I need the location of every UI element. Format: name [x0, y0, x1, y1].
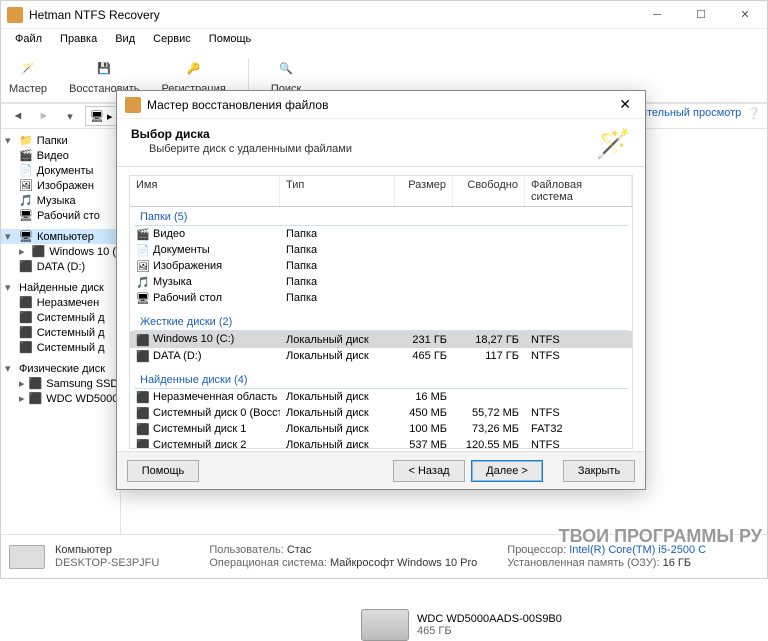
- tree-item[interactable]: 🎵 Музыка: [1, 193, 120, 208]
- nav-back[interactable]: ◄: [7, 105, 29, 127]
- tree-item[interactable]: ⬛ DATA (D:): [1, 259, 120, 274]
- col-name[interactable]: Имя: [130, 176, 280, 206]
- menu-service[interactable]: Сервис: [145, 31, 199, 47]
- back-button[interactable]: < Назад: [393, 460, 465, 482]
- col-size[interactable]: Размер: [395, 176, 453, 206]
- col-free[interactable]: Свободно: [453, 176, 525, 206]
- group-header: Папки (5): [134, 207, 628, 226]
- recover-button[interactable]: 💾 Восстановить: [69, 57, 139, 95]
- group-header: Жесткие диски (2): [134, 312, 628, 331]
- menu-help[interactable]: Помощь: [201, 31, 260, 47]
- tree-item[interactable]: ⬛ Неразмечен: [1, 295, 120, 310]
- sidebar: ▾📁 Папки 🎬 Видео 📄 Документы 🖼 Изображен…: [1, 129, 121, 534]
- menu-view[interactable]: Вид: [107, 31, 143, 47]
- list-row[interactable]: ⬛Системный диск 2Локальный диск537 МБ120…: [130, 437, 632, 449]
- tree-item[interactable]: ⬛ Системный д: [1, 340, 120, 355]
- group-header: Найденные диски (4): [134, 370, 628, 389]
- tree-computer[interactable]: ▾🖥 Компьютер: [1, 229, 120, 244]
- maximize-button[interactable]: ☐: [679, 1, 723, 29]
- list-row[interactable]: 📄ДокументыПапка: [130, 242, 632, 258]
- list-row[interactable]: ⬛DATA (D:)Локальный диск465 ГБ117 ГБNTFS: [130, 348, 632, 364]
- list-row[interactable]: 🖼ИзображенияПапка: [130, 258, 632, 274]
- preview-toggle[interactable]: ительный просмотр: [641, 107, 741, 126]
- menu-file[interactable]: Файл: [7, 31, 50, 47]
- search-icon: 🔍: [274, 57, 298, 81]
- close-dialog-button[interactable]: Закрыть: [563, 460, 635, 482]
- list-row[interactable]: 🎵МузыкаПапка: [130, 274, 632, 290]
- tree-folders[interactable]: ▾📁 Папки: [1, 133, 120, 148]
- disk-list: Папки (5)🎬ВидеоПапка📄ДокументыПапка🖼Изоб…: [129, 207, 633, 449]
- tree-item[interactable]: ▸⬛ Windows 10 (: [1, 244, 120, 259]
- list-row[interactable]: 🎬ВидеоПапка: [130, 226, 632, 242]
- list-row[interactable]: ⬛Системный диск 0 (Восстановить)Локальны…: [130, 405, 632, 421]
- save-icon: 💾: [92, 57, 116, 81]
- list-row[interactable]: ⬛Неразмеченная область 0Локальный диск16…: [130, 389, 632, 405]
- key-icon: 🔑: [182, 57, 206, 81]
- dialog-subtitle: Выберите диск с удаленными файлами: [131, 143, 596, 155]
- tree-item[interactable]: ⬛ Системный д: [1, 310, 120, 325]
- list-header: Имя Тип Размер Свободно Файловая система: [129, 175, 633, 207]
- list-row[interactable]: ⬛Системный диск 1Локальный диск100 МБ73,…: [130, 421, 632, 437]
- search-button[interactable]: 🔍 Поиск: [271, 57, 301, 95]
- help-icon[interactable]: ❔: [747, 107, 761, 126]
- register-button[interactable]: 🔑 Регистрация: [162, 57, 226, 95]
- list-row[interactable]: ⬛Windows 10 (C:)Локальный диск231 ГБ18,2…: [130, 331, 632, 347]
- dialog-header: Выбор диска Выберите диск с удаленными ф…: [117, 119, 645, 167]
- close-button[interactable]: ✕: [723, 1, 767, 29]
- tree-item[interactable]: 📄 Документы: [1, 163, 120, 178]
- wizard-dialog: Мастер восстановления файлов ✕ Выбор дис…: [116, 90, 646, 490]
- wizard-button[interactable]: 🪄 Мастер: [9, 57, 47, 95]
- tree-item[interactable]: ⬛ Системный д: [1, 325, 120, 340]
- dialog-heading: Выбор диска: [131, 127, 596, 141]
- app-icon: [7, 7, 23, 23]
- help-button[interactable]: Помощь: [127, 460, 199, 482]
- computer-icon: [9, 545, 45, 569]
- tree-item[interactable]: ▸⬛ WDC WD5000: [1, 391, 120, 406]
- tree-item[interactable]: 🎬 Видео: [1, 148, 120, 163]
- wand-icon: 🪄: [596, 127, 631, 160]
- tree-physical[interactable]: ▾Физические диск: [1, 361, 120, 376]
- menu-bar: Файл Правка Вид Сервис Помощь: [1, 29, 767, 49]
- dialog-titlebar: Мастер восстановления файлов ✕: [117, 91, 645, 119]
- hdd-icon: [361, 609, 409, 641]
- bg-disk-card[interactable]: WDC WD5000AADS-00S9B0 465 ГБ: [361, 609, 562, 641]
- nav-dropdown[interactable]: ▾: [59, 105, 81, 127]
- title-bar: Hetman NTFS Recovery ─ ☐ ✕: [1, 1, 767, 29]
- tree-found[interactable]: ▾Найденные диск: [1, 280, 120, 295]
- nav-forward[interactable]: ►: [33, 105, 55, 127]
- list-row[interactable]: 🖥Рабочий столПапка: [130, 290, 632, 306]
- col-fs[interactable]: Файловая система: [525, 176, 632, 206]
- tree-item[interactable]: 🖼 Изображен: [1, 178, 120, 193]
- separator: [248, 58, 249, 94]
- wand-icon: 🪄: [16, 57, 40, 81]
- menu-edit[interactable]: Правка: [52, 31, 105, 47]
- dialog-close-button[interactable]: ✕: [613, 94, 637, 115]
- minimize-button[interactable]: ─: [635, 1, 679, 29]
- dialog-footer: Помощь < Назад Далее > Закрыть: [117, 451, 645, 489]
- col-type[interactable]: Тип: [280, 176, 395, 206]
- next-button[interactable]: Далее >: [471, 460, 543, 482]
- app-title: Hetman NTFS Recovery: [29, 8, 635, 22]
- dialog-icon: [125, 97, 141, 113]
- tree-item[interactable]: 🖥 Рабочий сто: [1, 208, 120, 223]
- tree-item[interactable]: ▸⬛ Samsung SSD: [1, 376, 120, 391]
- status-bar: Компьютер DESKTOP-SE3PJFU Пользователь: …: [1, 534, 767, 578]
